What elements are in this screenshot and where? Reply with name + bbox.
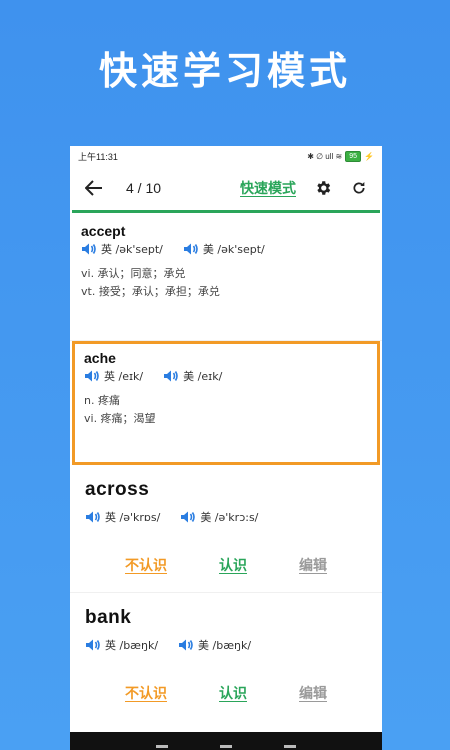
speaker-icon[interactable] [183,242,199,256]
nav-back-icon[interactable] [284,745,296,748]
phone-screen: 上午11:31 ✱ ∅ ull ≋ 95 ⚡ 4 / 10 快速模式 accep… [70,146,382,750]
signal-icons: ✱ ∅ ull ≋ [307,151,343,161]
speaker-icon[interactable] [163,369,179,383]
edit-button[interactable]: 编辑 [299,555,327,575]
meaning-line: vi. 疼痛；渴望 [84,412,156,425]
word-title: ache [84,350,116,366]
word-card-across[interactable]: across 英 /ə'krɒs/ 美 /ə'krɔ:s/ 不认识 认识 编辑 [70,465,382,593]
quick-mode-button[interactable]: 快速模式 [240,178,296,198]
nav-home-icon[interactable] [220,745,232,748]
phonetic-row: 英 /bæŋk/ 美 /bæŋk/ [85,637,367,653]
refresh-icon[interactable] [348,177,370,199]
settings-gear-icon[interactable] [312,177,334,199]
us-phonetic: 美 /bæŋk/ [198,639,252,652]
meaning-block: n. 疼痛 vi. 疼痛；渴望 [84,392,368,428]
dont-know-button[interactable]: 不认识 [125,683,167,703]
meaning-line: vt. 接受；承认；承担；承兑 [81,285,220,298]
know-button[interactable]: 认识 [219,555,247,575]
phonetic-row: 英 /ə'krɒs/ 美 /ə'krɔ:s/ [85,509,367,525]
speaker-icon[interactable] [85,510,101,524]
edit-button[interactable]: 编辑 [299,683,327,703]
progress-counter: 4 / 10 [126,180,162,196]
card-actions: 不认识 认识 编辑 [85,555,367,575]
word-card-bank[interactable]: bank 英 /bæŋk/ 美 /bæŋk/ 不认识 认识 编辑 [70,593,382,721]
uk-phonetic: 英 /eɪk/ [104,370,144,383]
us-phonetic: 美 /ə'krɔ:s/ [200,511,259,524]
meaning-line: n. 疼痛 [84,394,120,407]
back-arrow-icon[interactable] [82,176,106,200]
us-phonetic: 美 /ək'sept/ [202,243,265,256]
status-bar: 上午11:31 ✱ ∅ ull ≋ 95 ⚡ [70,146,382,166]
status-icons: ✱ ∅ ull ≋ 95 ⚡ [307,150,374,162]
know-button[interactable]: 认识 [219,683,247,703]
meaning-block: vi. 承认；同意；承兑 vt. 接受；承认；承担；承兑 [81,265,371,301]
speaker-icon[interactable] [81,242,97,256]
speaker-icon[interactable] [84,369,100,383]
speaker-icon[interactable] [180,510,196,524]
phonetic-row: 英 /ək'sept/ 美 /ək'sept/ [81,241,371,257]
status-time: 上午11:31 [78,151,118,162]
phonetic-row: 英 /eɪk/ 美 /eɪk/ [84,368,368,384]
charging-icon: ⚡ [364,151,374,161]
card-actions: 不认识 认识 编辑 [85,683,367,703]
word-card-ache-selected[interactable]: ache 英 /eɪk/ 美 /eɪk/ n. 疼痛 vi. 疼痛；渴望 [72,341,380,465]
uk-phonetic: 英 /bæŋk/ [105,639,159,652]
app-bar: 4 / 10 快速模式 [70,166,382,210]
word-card-accept[interactable]: accept 英 /ək'sept/ 美 /ək'sept/ vi. 承认；同意… [70,213,382,341]
speaker-icon[interactable] [178,638,194,652]
uk-phonetic: 英 /ək'sept/ [101,243,163,256]
word-title: across [85,479,150,500]
speaker-icon[interactable] [85,638,101,652]
word-title: bank [85,607,132,628]
us-phonetic: 美 /eɪk/ [183,370,223,383]
uk-phonetic: 英 /ə'krɒs/ [105,511,161,524]
system-nav-bar [70,732,382,750]
battery-icon: 95 [345,150,362,162]
promo-title: 快速学习模式 [98,49,351,93]
meaning-line: vi. 承认；同意；承兑 [81,267,186,280]
nav-menu-icon[interactable] [156,745,168,748]
word-title: accept [81,223,126,239]
dont-know-button[interactable]: 不认识 [125,555,167,575]
